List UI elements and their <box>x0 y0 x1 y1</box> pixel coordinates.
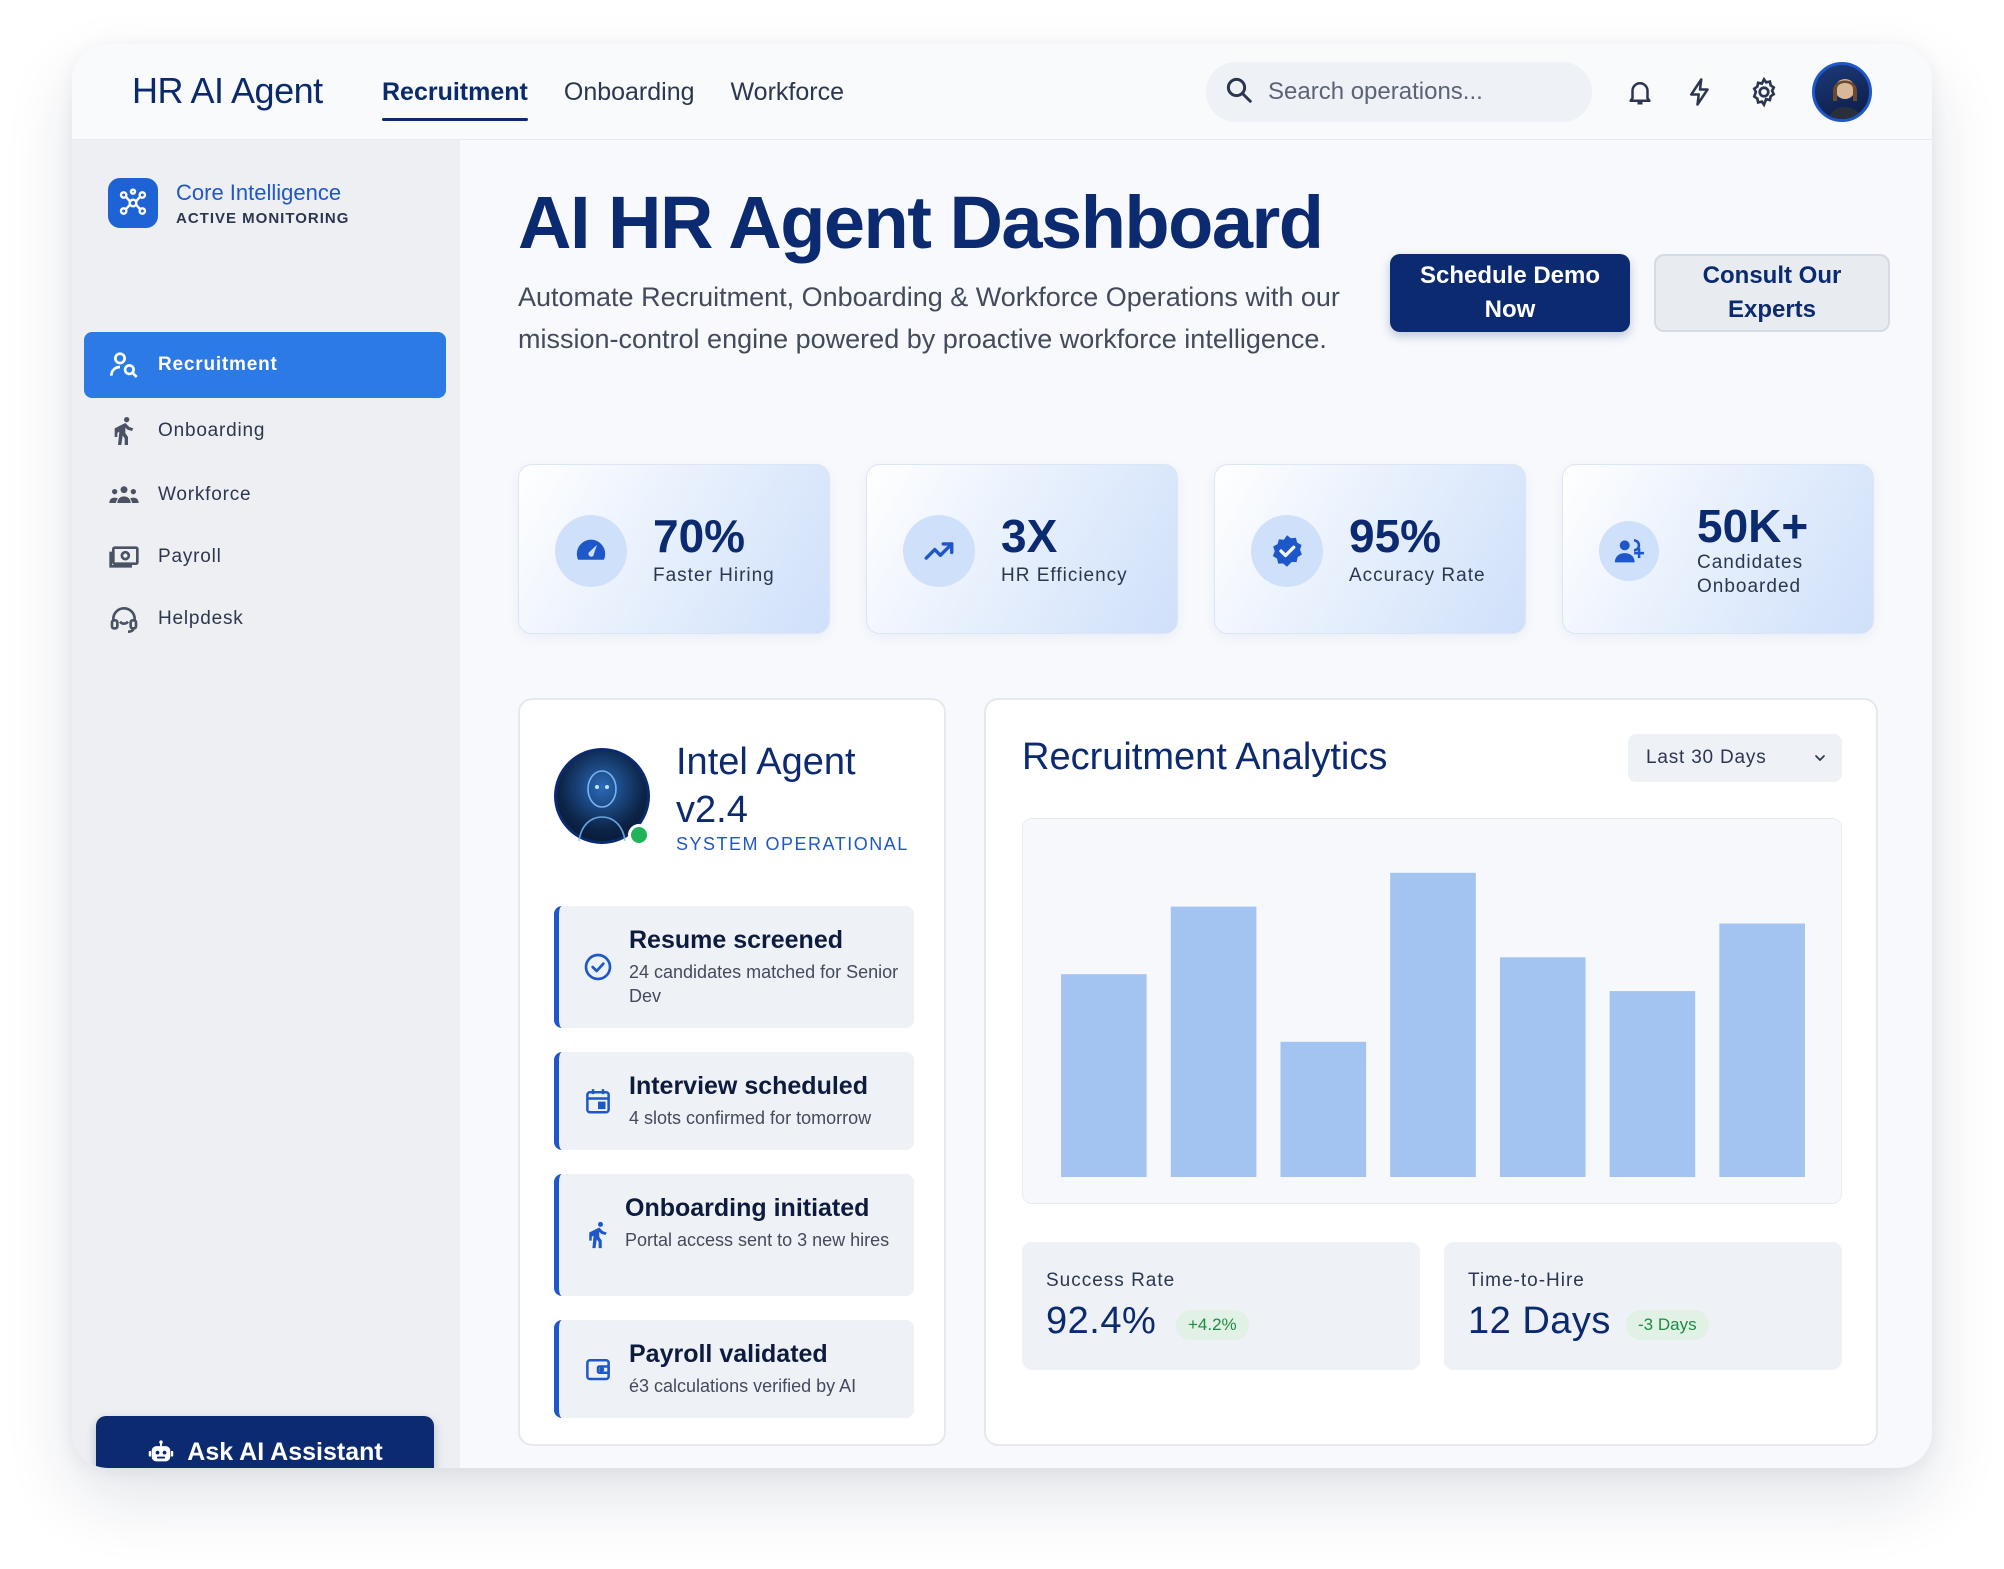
sidebar-item-label: Onboarding <box>158 420 266 441</box>
stat-value: 3X <box>1001 510 1058 562</box>
core-intelligence: Core Intelligence ACTIVE MONITORING <box>108 178 349 228</box>
activity-description: 24 candidates matched for Senior Dev <box>629 962 899 1006</box>
activity-item[interactable]: Onboarding initiated Portal access sent … <box>554 1174 914 1296</box>
date-range-value: Last 30 Days <box>1646 747 1767 768</box>
ask-ai-assistant-label: Ask AI Assistant <box>187 1437 383 1466</box>
calendar-icon <box>581 1084 615 1118</box>
activity-title: Payroll validated <box>629 1340 828 1368</box>
bell-icon[interactable] <box>1622 74 1658 110</box>
helpdesk-icon <box>110 607 138 633</box>
sidebar-item-label: Recruitment <box>158 354 278 375</box>
tab-workforce[interactable]: Workforce <box>731 72 844 113</box>
stat-label: Faster Hiring <box>653 565 775 586</box>
stat-value: 95% <box>1349 510 1442 562</box>
online-status-dot <box>628 824 650 846</box>
sidebar-item-helpdesk[interactable]: Helpdesk <box>84 586 446 652</box>
search-icon <box>1224 75 1254 110</box>
activity-description: é3 calculations verified by AI <box>629 1376 857 1396</box>
top-nav: Recruitment Onboarding Workforce <box>382 44 844 140</box>
page-description: Automate Recruitment, Onboarding & Workf… <box>518 282 1340 354</box>
activity-description: Portal access sent to 3 new hires <box>625 1230 890 1250</box>
recruitment-analytics-card: Recruitment Analytics Last 30 Days Succe… <box>984 698 1878 1446</box>
trending-up-icon <box>903 515 975 587</box>
activity-item[interactable]: Interview scheduled 4 slots confirmed fo… <box>554 1052 914 1150</box>
recruitment-icon <box>110 352 138 378</box>
chart-bar <box>1280 1041 1367 1177</box>
tab-onboarding[interactable]: Onboarding <box>564 72 695 113</box>
agent-name: Intel Agent v2.4 <box>676 741 856 831</box>
tab-recruitment[interactable]: Recruitment <box>382 72 528 121</box>
activity-title: Onboarding initiated <box>625 1194 870 1222</box>
sidebar-item-label: Helpdesk <box>158 608 244 629</box>
metric-label: Success Rate <box>1046 1270 1176 1291</box>
stat-card-faster-hiring: 70% Faster Hiring <box>518 464 830 634</box>
activity-item[interactable]: Resume screened 24 candidates matched fo… <box>554 906 914 1028</box>
chart-bar <box>1170 906 1257 1177</box>
wallet-icon <box>581 1352 615 1386</box>
bar-chart <box>1022 818 1842 1204</box>
stat-card-candidates-onboarded: 50K+ Candidates Onboarded <box>1562 464 1874 634</box>
onboarding-icon <box>581 1218 615 1252</box>
user-avatar[interactable] <box>1812 62 1872 122</box>
stat-value: 50K+ <box>1697 500 1809 552</box>
stat-value: 70% <box>653 510 746 562</box>
date-range-select[interactable]: Last 30 Days <box>1628 734 1842 782</box>
sidebar-item-onboarding[interactable]: Onboarding <box>84 398 446 464</box>
core-title: Core Intelligence <box>176 179 342 205</box>
chart-bar <box>1390 872 1476 1177</box>
metric-success-rate: Success Rate 92.4% +4.2% <box>1022 1242 1420 1370</box>
metric-value: 12 Days <box>1468 1300 1611 1342</box>
intel-agent-card: Intel Agent v2.4 SYSTEM OPERATIONAL Resu… <box>518 698 946 1446</box>
add-user-icon <box>1599 521 1659 581</box>
check-circle-icon <box>581 950 615 984</box>
robot-icon <box>149 1440 174 1462</box>
metric-label: Time-to-Hire <box>1468 1270 1585 1291</box>
agent-status: SYSTEM OPERATIONAL <box>676 834 909 854</box>
sidebar-item-recruitment[interactable]: Recruitment <box>84 332 446 398</box>
activity-title: Resume screened <box>629 926 844 954</box>
stat-label: Accuracy Rate <box>1349 565 1486 586</box>
app-window: HR AI Agent Recruitment Onboarding Workf… <box>72 44 1932 1468</box>
gear-icon[interactable] <box>1746 74 1782 110</box>
consult-experts-button[interactable]: Consult Our Experts <box>1654 254 1890 332</box>
stat-card-hr-efficiency: 3X HR Efficiency <box>866 464 1178 634</box>
chart-bar <box>1499 957 1586 1177</box>
page-title: AI HR Agent Dashboard <box>518 181 1324 264</box>
metric-delta-badge: -3 Days <box>1626 1310 1709 1340</box>
bolt-icon[interactable] <box>1682 74 1718 110</box>
sidebar-item-label: Workforce <box>158 484 252 505</box>
chart-bar <box>1609 991 1696 1177</box>
sidebar-item-workforce[interactable]: Workforce <box>84 462 446 528</box>
metric-time-to-hire: Time-to-Hire 12 Days -3 Days <box>1444 1242 1842 1370</box>
analytics-title: Recruitment Analytics <box>1022 736 1388 778</box>
search-box <box>1206 62 1592 122</box>
onboarding-icon <box>114 417 134 445</box>
core-subtitle: ACTIVE MONITORING <box>176 209 350 227</box>
stat-label: HR Efficiency <box>1001 565 1128 586</box>
chevron-down-icon <box>1815 755 1825 762</box>
verified-badge-icon <box>1251 515 1323 587</box>
speedometer-icon <box>555 515 627 587</box>
metric-value: 92.4% <box>1046 1300 1157 1342</box>
sidebar: Core Intelligence ACTIVE MONITORING Recr… <box>72 140 460 1468</box>
stat-card-accuracy-rate: 95% Accuracy Rate <box>1214 464 1526 634</box>
chart-bar <box>1061 974 1147 1177</box>
workforce-icon <box>109 486 139 503</box>
bar-chart-svg <box>1061 872 1805 1177</box>
brand-title: HR AI Agent <box>132 70 323 111</box>
activity-item[interactable]: Payroll validated é3 calculations verifi… <box>554 1320 914 1418</box>
activity-description: 4 slots confirmed for tomorrow <box>629 1108 872 1128</box>
payroll-icon <box>109 546 139 568</box>
stat-label: Candidates Onboarded <box>1697 552 1804 597</box>
sidebar-item-label: Payroll <box>158 546 222 567</box>
ask-ai-assistant-button[interactable]: Ask AI Assistant <box>96 1416 434 1468</box>
search-input[interactable] <box>1268 78 1588 106</box>
network-icon <box>108 178 158 228</box>
activity-title: Interview scheduled <box>629 1072 868 1100</box>
sidebar-item-payroll[interactable]: Payroll <box>84 524 446 590</box>
metric-delta-badge: +4.2% <box>1176 1310 1249 1340</box>
top-bar: HR AI Agent Recruitment Onboarding Workf… <box>72 44 1932 140</box>
schedule-demo-button[interactable]: Schedule Demo Now <box>1390 254 1630 332</box>
chart-bar <box>1719 923 1805 1177</box>
